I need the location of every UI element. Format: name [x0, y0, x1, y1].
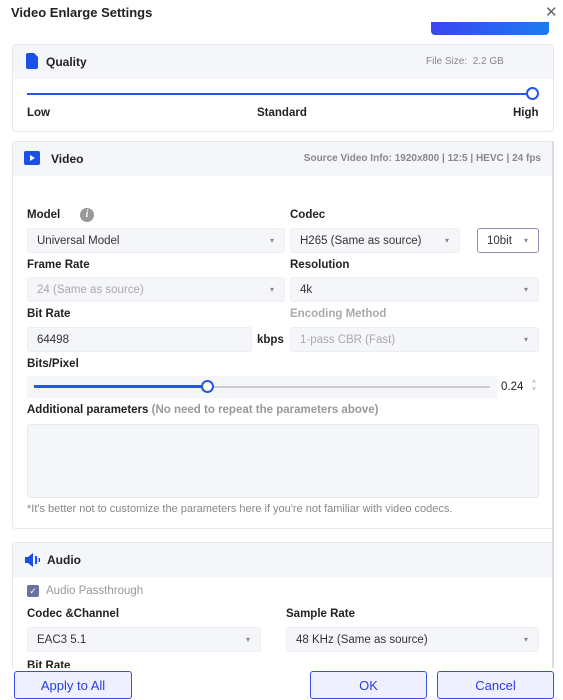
quality-low: Low — [27, 107, 50, 119]
quality-standard: Standard — [257, 107, 307, 119]
model-label: Model — [27, 209, 61, 221]
codec-select[interactable]: H265 (Same as source) ▾ — [290, 228, 460, 253]
cancel-button[interactable]: Cancel — [437, 671, 554, 699]
chevron-down-icon: ▾ — [269, 285, 274, 294]
params-textarea[interactable] — [27, 424, 539, 498]
scrollbar[interactable] — [552, 141, 554, 670]
chevron-down-icon: ▾ — [444, 236, 449, 245]
chevron-down-icon: ▾ — [245, 635, 250, 644]
params-hint: (No need to repeat the parameters above) — [151, 404, 379, 416]
bit-rate-value: 64498 — [37, 333, 69, 346]
bits-pixel-input[interactable]: 0.24 ˄ ˅ — [497, 376, 539, 398]
sample-rate-label: Sample Rate — [286, 608, 356, 620]
audio-codec-value: EAC3 5.1 — [37, 633, 87, 646]
chevron-down-icon: ▾ — [523, 335, 528, 344]
info-icon[interactable]: i — [80, 208, 94, 222]
bit-depth-value: 10bit — [487, 234, 512, 247]
ok-button[interactable]: OK — [310, 671, 427, 699]
chevron-down-icon: ▾ — [523, 236, 528, 245]
passthrough-label: Audio Passthrough — [46, 585, 144, 597]
audio-codec-select[interactable]: EAC3 5.1 ▾ — [27, 627, 261, 652]
quality-title: Quality — [46, 55, 87, 69]
resolution-label: Resolution — [290, 259, 350, 271]
model-value: Universal Model — [37, 234, 120, 247]
params-label: Additional parameters — [27, 404, 149, 416]
bits-pixel-label: Bits/Pixel — [27, 358, 79, 370]
chevron-down-icon: ▾ — [523, 635, 528, 644]
resolution-value: 4k — [300, 283, 313, 296]
dialog-title: Video Enlarge Settings — [11, 5, 153, 20]
params-label-row: Additional parameters (No need to repeat… — [27, 404, 379, 416]
audio-title: Audio — [47, 553, 81, 567]
source-video-info: Source Video Info: 1920x800 | 12:5 | HEV… — [303, 153, 541, 164]
speaker-icon — [25, 553, 40, 567]
encoding-select[interactable]: 1-pass CBR (Fast) ▾ — [290, 327, 539, 352]
encoding-label: Encoding Method — [290, 308, 387, 320]
codec-label: Codec — [290, 209, 326, 221]
spinner-icon[interactable]: ˄ ˅ — [532, 379, 536, 393]
sample-rate-value: 48 KHz (Same as source) — [296, 633, 428, 646]
model-select[interactable]: Universal Model ▾ — [27, 228, 285, 253]
chevron-down-icon: ▾ — [523, 285, 528, 294]
bits-pixel-value: 0.24 — [501, 381, 524, 393]
frame-rate-value: 24 (Same as source) — [37, 283, 144, 296]
encoding-value: 1-pass CBR (Fast) — [300, 333, 396, 346]
quality-card: Quality File Size: 2.2 GB Low Standard H… — [12, 44, 554, 132]
play-icon — [24, 151, 40, 165]
quality-slider[interactable] — [27, 93, 533, 95]
bit-rate-input[interactable]: 64498 — [27, 327, 252, 352]
file-icon — [26, 53, 38, 69]
quality-high: High — [513, 107, 539, 119]
resolution-select[interactable]: 4k ▾ — [290, 277, 539, 302]
codec-note: *It's better not to customize the parame… — [27, 503, 453, 515]
bit-rate-unit: kbps — [257, 334, 284, 346]
bit-rate-label: Bit Rate — [27, 308, 71, 320]
sample-rate-select[interactable]: 48 KHz (Same as source) ▾ — [286, 627, 539, 652]
chevron-down-icon: ▾ — [269, 236, 274, 245]
video-title: Video — [51, 152, 84, 166]
close-icon[interactable]: ✕ — [545, 3, 558, 21]
audio-codec-label: Codec &Channel — [27, 608, 120, 620]
top-action-button[interactable] — [431, 22, 549, 35]
codec-value: H265 (Same as source) — [300, 234, 422, 247]
file-size-label: File Size: — [426, 56, 468, 67]
file-size: File Size: 2.2 GB — [426, 56, 504, 67]
bits-pixel-fill — [34, 385, 208, 388]
frame-rate-select[interactable]: 24 (Same as source) ▾ — [27, 277, 285, 302]
bit-depth-select[interactable]: 10bit ▾ — [477, 228, 539, 253]
apply-to-all-button[interactable]: Apply to All — [14, 671, 132, 699]
quality-slider-thumb[interactable] — [526, 87, 539, 100]
frame-rate-label: Frame Rate — [27, 259, 90, 271]
passthrough-checkbox[interactable]: ✓ — [27, 585, 39, 597]
file-size-value: 2.2 GB — [472, 56, 504, 67]
